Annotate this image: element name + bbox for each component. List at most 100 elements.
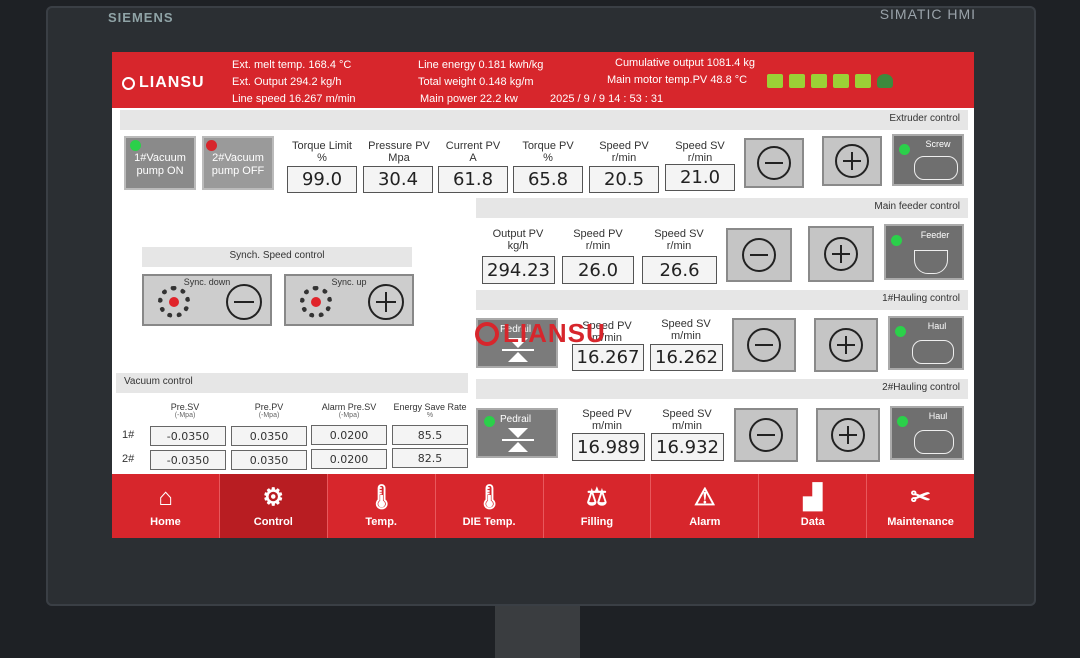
main-motor-temp: Main motor temp.PV 48.8 °C	[607, 74, 748, 86]
haul-track-icon	[912, 340, 954, 364]
plus-icon	[831, 418, 865, 452]
feeder-button[interactable]: Feeder	[884, 224, 964, 280]
hauling2-pedrail-button[interactable]: Pedrail	[476, 408, 558, 458]
plus-icon	[824, 237, 858, 271]
vacuum1-pre-sv[interactable]: -0.0350	[150, 426, 226, 446]
current-pv-value: 61.8	[438, 166, 508, 193]
clamp-line-icon	[502, 439, 534, 441]
vacuum2-pre-sv[interactable]: -0.0350	[150, 450, 226, 470]
hauling2-speed-pv-label: Speed PV m/min	[582, 408, 632, 432]
hauling2-pedrail-status-dot	[484, 416, 495, 427]
current-pv-label: Current PV A	[445, 140, 501, 164]
ext-melt-temp: Ext. melt temp. 168.4 °C	[232, 59, 352, 71]
minus-icon	[742, 238, 776, 272]
hauling2-speed-pv-value: 16.989	[572, 433, 645, 461]
feeder-speed-pv-label: Speed PV r/min	[573, 228, 623, 252]
feeder-speed-pv-value: 26.0	[562, 256, 634, 284]
vacuum1-alarm[interactable]: 0.0200	[311, 425, 387, 445]
vacuum1-button[interactable]: 1#Vacuum pump ON	[124, 136, 196, 190]
status-feeder-icon	[789, 74, 805, 88]
vacuum1-energy: 85.5	[392, 425, 468, 445]
plus-icon	[368, 284, 404, 320]
vacuum2-button[interactable]: 2#Vacuum pump OFF	[202, 136, 274, 190]
extruder-speed-pv-label: Speed PV r/min	[599, 140, 649, 164]
nav-filling[interactable]: ⚖ Filling	[544, 474, 652, 538]
feeder-increase-button[interactable]	[808, 226, 874, 282]
hauling1-speed-sv-label: Speed SV m/min	[661, 318, 711, 342]
hauling2-section-title: 2#Hauling control	[476, 379, 968, 399]
main-power: Main power 22.2 kw	[420, 93, 518, 105]
minus-icon	[757, 146, 791, 180]
screw-button[interactable]: Screw	[892, 134, 964, 186]
status-shield-icon	[877, 74, 893, 88]
nav-alarm[interactable]: ⚠ Alarm	[651, 474, 760, 538]
nav-temp[interactable]: 🌡 Temp.	[328, 474, 436, 538]
minus-icon	[226, 284, 262, 320]
alarm-icon: ⚠	[694, 484, 716, 511]
hauling1-decrease-button[interactable]	[732, 318, 796, 372]
datetime: 2025 / 9 / 9 14 : 53 : 31	[550, 93, 664, 105]
vacuum2-alarm[interactable]: 0.0200	[311, 449, 387, 469]
feeder-speed-sv-value[interactable]: 26.6	[642, 256, 717, 284]
status-extruder-icon	[767, 74, 783, 88]
screw-icon	[914, 156, 958, 180]
minus-icon	[747, 328, 781, 362]
pressure-pv-label: Pressure PV Mpa	[368, 140, 430, 164]
die-thermometer-icon: 🌡	[474, 484, 505, 511]
hauling1-speed-sv-value[interactable]: 16.262	[650, 344, 723, 371]
control-icon: ⚙	[262, 484, 285, 511]
line-speed: Line speed 16.267 m/min	[232, 93, 356, 105]
status-tree-icon	[811, 74, 827, 88]
plus-icon	[829, 328, 863, 362]
watermark-ring-icon	[475, 321, 499, 346]
extruder-increase-button[interactable]	[822, 136, 882, 186]
logo-text: LIANSU	[139, 74, 205, 91]
vacuum1-label: 1#Vacuum pump ON	[134, 152, 186, 177]
total-weight: Total weight 0.148 kg/m	[418, 76, 534, 88]
nav-home[interactable]: ⌂ Home	[112, 474, 220, 538]
hauling2-decrease-button[interactable]	[734, 408, 798, 462]
plus-icon	[835, 144, 869, 178]
pedrail-label: Pedrail	[500, 414, 532, 425]
clamp-line-icon	[502, 349, 534, 351]
output-pv-label: Output PV kg/h	[492, 228, 544, 252]
vacuum-row-label: 2#	[122, 453, 135, 465]
torque-limit-value[interactable]: 99.0	[287, 166, 357, 193]
torque-pv-label: Torque PV%	[522, 140, 574, 164]
nav-control[interactable]: ⚙ Control	[219, 474, 328, 538]
nav-die-temp[interactable]: 🌡 DIE Temp.	[436, 474, 544, 538]
hauling1-increase-button[interactable]	[814, 318, 878, 372]
hauling2-status-dot	[897, 416, 908, 427]
hauling2-haul-button[interactable]: Haul	[890, 406, 964, 460]
sync-up-button[interactable]: Sync. up	[284, 274, 414, 326]
vacuum2-status-dot	[206, 140, 217, 151]
haul-label: Haul	[927, 321, 947, 331]
feeder-decrease-button[interactable]	[726, 228, 792, 282]
feeder-label: Feeder	[920, 230, 950, 240]
sync-down-button[interactable]: Sync. down	[142, 274, 272, 326]
status-icons	[767, 74, 893, 88]
hmi-screen: LIANSU Ext. melt temp. 168.4 °C Ext. Out…	[112, 52, 974, 538]
vacuum-col-energy: Energy Save Rate%	[393, 402, 467, 419]
scale-icon: ⚖	[586, 484, 608, 511]
thermometer-icon: 🌡	[366, 484, 397, 511]
nav-data[interactable]: ▟ Data	[759, 474, 868, 538]
status-line-icon	[855, 74, 871, 88]
extruder-decrease-button[interactable]	[744, 138, 804, 188]
extruder-speed-pv-value: 20.5	[589, 166, 659, 193]
haul-track-icon	[914, 430, 954, 454]
nav-maintenance[interactable]: ✂ Maintenance	[867, 474, 974, 538]
hauling1-haul-button[interactable]: Haul	[888, 316, 964, 370]
pressure-pv-value: 30.4	[363, 166, 433, 193]
status-stack-icon	[833, 74, 849, 88]
tools-icon: ✂	[910, 484, 931, 511]
screw-status-dot	[899, 144, 910, 155]
bottom-nav: ⌂ Home ⚙ Control 🌡 Temp. 🌡 DIE Temp. ⚖ Fillin…	[112, 474, 974, 538]
vacuum-col-alarm: Alarm Pre.SV (-Mpa)	[321, 402, 377, 419]
vacuum2-energy: 82.5	[392, 448, 468, 468]
hauling2-speed-sv-value[interactable]: 16.932	[651, 433, 724, 461]
hauling2-increase-button[interactable]	[816, 408, 880, 462]
extruder-speed-sv-value[interactable]: 21.0	[665, 164, 735, 191]
sync-section-title: Synch. Speed control	[142, 247, 412, 267]
gear-icon	[300, 286, 332, 318]
